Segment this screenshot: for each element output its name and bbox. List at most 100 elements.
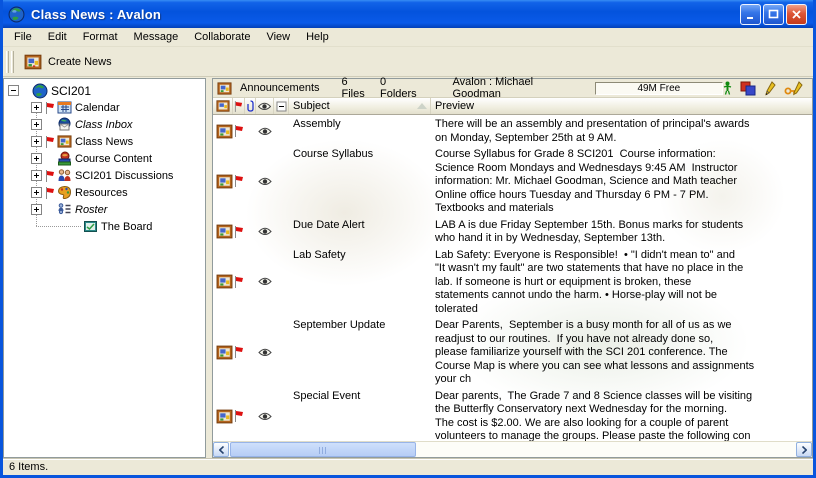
flag-icon xyxy=(234,125,244,137)
scrollbar-thumb[interactable] xyxy=(230,442,416,457)
message-list: Assembly There will be an assembly and p… xyxy=(213,115,812,441)
column-preview[interactable]: Preview xyxy=(431,100,812,112)
expand-plus-icon[interactable] xyxy=(31,119,42,130)
news-item-icon xyxy=(216,223,233,240)
message-row-assembly[interactable]: Assembly There will be an assembly and p… xyxy=(213,115,812,145)
close-button[interactable] xyxy=(786,4,807,25)
horizontal-scrollbar[interactable] xyxy=(213,441,812,457)
sidebar-item-label: Resources xyxy=(75,187,128,199)
storage-meter: 49M Free xyxy=(595,82,723,95)
toolbar-gripper[interactable] xyxy=(6,51,9,73)
app-window: Class News : Avalon File Edit Format Mes… xyxy=(0,0,816,478)
create-news-button[interactable]: Create News xyxy=(16,51,122,73)
sidebar-item-the-board[interactable]: The Board xyxy=(4,218,205,235)
scroll-right-button[interactable] xyxy=(796,442,812,457)
column-attachment[interactable] xyxy=(245,98,256,114)
globe-icon xyxy=(8,6,25,23)
message-preview: Course Syllabus for Grade 8 SCI201 Cours… xyxy=(431,147,812,216)
flag-icon xyxy=(45,170,55,182)
scrollbar-track[interactable] xyxy=(416,442,796,457)
news-board-icon xyxy=(216,99,230,113)
folders-count: 0 Folders xyxy=(380,76,425,100)
eye-icon xyxy=(258,102,271,111)
menu-edit[interactable]: Edit xyxy=(40,29,75,45)
news-board-icon xyxy=(57,134,72,149)
news-item-icon xyxy=(216,123,233,140)
collapse-all-control[interactable] xyxy=(274,98,289,114)
conference-tree: SCI201 Calendar xyxy=(3,78,206,458)
expand-plus-icon[interactable] xyxy=(31,102,42,113)
pencil-icon[interactable] xyxy=(764,81,776,96)
subject-column-label: Subject xyxy=(293,100,330,112)
key-pencil-icon[interactable] xyxy=(784,81,804,96)
message-row-special-event[interactable]: Special Event Dear parents, The Grade 7 … xyxy=(213,387,812,442)
expand-plus-icon[interactable] xyxy=(31,153,42,164)
person-icon[interactable] xyxy=(723,81,732,95)
column-flag[interactable] xyxy=(233,98,245,114)
message-preview: LAB A is due Friday September 15th. Bonu… xyxy=(431,218,812,246)
storage-free-label: 49M Free xyxy=(637,83,680,94)
toolbar: Create News xyxy=(3,47,813,77)
eye-icon xyxy=(258,227,272,236)
message-subject: September Update xyxy=(289,318,431,387)
collapse-minus-icon[interactable] xyxy=(8,85,19,96)
discussions-icon xyxy=(57,168,72,183)
main-area: SCI201 Calendar xyxy=(3,77,813,458)
menu-file[interactable]: File xyxy=(6,29,40,45)
menu-view[interactable]: View xyxy=(258,29,298,45)
menu-collaborate[interactable]: Collaborate xyxy=(186,29,258,45)
column-item-icon[interactable] xyxy=(213,98,233,114)
message-row-due-date-alert[interactable]: Due Date Alert LAB A is due Friday Septe… xyxy=(213,216,812,246)
expand-plus-icon[interactable] xyxy=(31,170,42,181)
toolbar-gripper[interactable] xyxy=(11,51,14,73)
status-bar: 6 Items. xyxy=(3,458,813,475)
conference-name: Announcements xyxy=(240,82,320,94)
create-news-label: Create News xyxy=(48,56,112,68)
sidebar-item-class-news[interactable]: Class News xyxy=(4,133,205,150)
column-subject[interactable]: Subject xyxy=(289,98,431,114)
scroll-left-button[interactable] xyxy=(213,442,229,457)
sidebar-item-class-inbox[interactable]: Class Inbox xyxy=(4,116,205,133)
tree-root-sci201[interactable]: SCI201 xyxy=(4,82,205,99)
sidebar-item-label: SCI201 Discussions xyxy=(75,170,173,182)
sidebar-item-label: Roster xyxy=(75,204,107,216)
message-preview: Lab Safety: Everyone is Responsible! • "… xyxy=(431,248,812,317)
title-bar[interactable]: Class News : Avalon xyxy=(3,0,813,28)
eye-icon xyxy=(258,177,272,186)
column-read-status[interactable] xyxy=(256,98,274,114)
message-subject: Lab Safety xyxy=(289,248,431,317)
expand-plus-icon[interactable] xyxy=(31,204,42,215)
maximize-button[interactable] xyxy=(763,4,784,25)
message-row-lab-safety[interactable]: Lab Safety Lab Safety: Everyone is Respo… xyxy=(213,246,812,317)
expand-plus-icon[interactable] xyxy=(31,136,42,147)
sidebar-item-calendar[interactable]: Calendar xyxy=(4,99,205,116)
message-subject: Assembly xyxy=(289,117,431,145)
message-row-september-update[interactable]: September Update Dear Parents, September… xyxy=(213,316,812,387)
expand-plus-icon[interactable] xyxy=(31,187,42,198)
overlapping-windows-icon[interactable] xyxy=(740,81,756,96)
sidebar-item-resources[interactable]: Resources xyxy=(4,184,205,201)
message-preview: Dear parents, The Grade 7 and 8 Science … xyxy=(431,389,812,442)
flag-icon xyxy=(234,410,244,422)
column-header-row: Subject Preview xyxy=(213,98,812,115)
news-item-icon xyxy=(216,408,233,425)
tree-root-label: SCI201 xyxy=(51,84,91,98)
sidebar-item-label: Calendar xyxy=(75,102,120,114)
flag-icon xyxy=(234,101,243,112)
menu-bar: File Edit Format Message Collaborate Vie… xyxy=(3,28,813,47)
sidebar-item-label: The Board xyxy=(101,221,152,233)
sidebar-item-roster[interactable]: Roster xyxy=(4,201,205,218)
menu-message[interactable]: Message xyxy=(126,29,187,45)
minimize-button[interactable] xyxy=(740,4,761,25)
flag-icon xyxy=(234,346,244,358)
sidebar-item-course-content[interactable]: Course Content xyxy=(4,150,205,167)
message-row-course-syllabus[interactable]: Course Syllabus Course Syllabus for Grad… xyxy=(213,145,812,216)
sidebar-item-sci201-discussions[interactable]: SCI201 Discussions xyxy=(4,167,205,184)
flag-icon xyxy=(45,187,55,199)
eye-icon xyxy=(258,277,272,286)
menu-format[interactable]: Format xyxy=(75,29,126,45)
roster-icon xyxy=(57,202,72,217)
menu-help[interactable]: Help xyxy=(298,29,337,45)
sidebar-item-label: Course Content xyxy=(75,153,152,165)
message-subject: Special Event xyxy=(289,389,431,442)
